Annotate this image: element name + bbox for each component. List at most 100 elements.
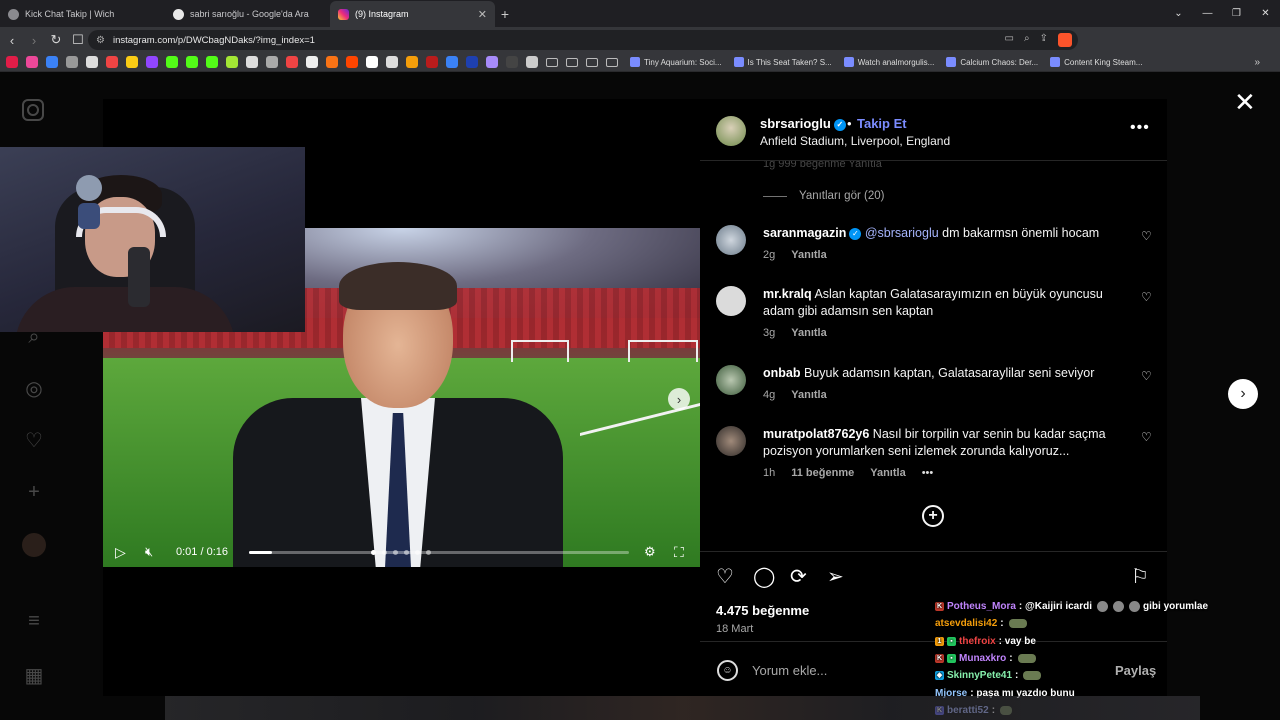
commenter-avatar[interactable] [716,286,746,316]
next-post-button[interactable]: › [1228,379,1258,409]
bookmark-link[interactable]: Calcium Chaos: Der... [946,57,1038,67]
bookmark-icon[interactable] [86,56,98,68]
author-username[interactable]: sbrsarioglu ✓ [760,116,846,131]
author-avatar[interactable] [716,116,746,146]
carousel-dot[interactable] [371,549,376,555]
folder-icon[interactable] [586,57,598,67]
bookmark-drive-icon[interactable] [126,56,138,68]
more-bookmarks-icon[interactable]: » [1254,57,1260,68]
view-replies-button[interactable]: Yanıtları gör (20) [763,190,884,202]
follow-button[interactable]: Takip Et [857,116,907,131]
close-tab-icon[interactable]: ✕ [478,8,487,21]
close-window-button[interactable]: ✕ [1251,0,1280,27]
bookmark-icon[interactable] [246,56,258,68]
reply-button[interactable]: Yanıtla [791,249,826,261]
forward-button[interactable]: › [24,27,44,53]
bookmark-amazon-icon[interactable] [386,56,398,68]
commenter-username[interactable]: saranmagazin [763,226,846,240]
comment-bubble-icon[interactable]: ◯ [753,564,775,589]
comment-likes[interactable]: 11 beğenme [791,467,854,479]
like-heart-icon[interactable]: ♡ [716,564,734,589]
bookmark-icon[interactable] [526,56,538,68]
emoji-icon[interactable]: ☺ [717,660,738,681]
bookmark-icon[interactable] [406,56,418,68]
load-more-comments-icon[interactable]: + [922,505,944,527]
zoom-icon[interactable]: ⌕ [1024,33,1030,47]
post-location[interactable]: Anfield Stadium, Liverpool, England [760,134,950,148]
cast-icon[interactable]: ▭ [1005,33,1014,47]
like-comment-icon[interactable]: ♡ [1141,430,1152,444]
video-progress-bar[interactable] [249,550,629,554]
bookmark-youtube-icon[interactable] [6,56,18,68]
folder-icon[interactable] [566,57,578,67]
commenter-avatar[interactable] [716,225,746,255]
bookmark-icon[interactable] [486,56,498,68]
bookmark-icon[interactable] [66,56,78,68]
carousel-dot[interactable] [382,549,387,555]
bookmark-icon[interactable] [366,56,378,68]
bookmark-kick-icon[interactable] [206,56,218,68]
more-options-icon[interactable]: ••• [1130,119,1150,137]
back-button[interactable]: ‹ [2,27,22,53]
bookmark-icon[interactable] [446,56,458,68]
bookmark-icon[interactable] [46,56,58,68]
folder-icon[interactable] [606,57,618,67]
brave-shield-icon[interactable] [1058,33,1072,47]
repost-icon[interactable]: ⟳ [790,564,807,589]
bookmark-gmail-icon[interactable] [106,56,118,68]
bookmark-icon[interactable]: ☐ [68,27,88,53]
play-icon[interactable]: ▷ [115,544,126,561]
commenter-username[interactable]: onbab [763,366,801,380]
carousel-dot[interactable] [393,549,398,555]
address-bar[interactable]: ⚙ instagram.com/p/DWCbagNDaks/?img_index… [88,30,1078,50]
bookmark-x-icon[interactable] [306,56,318,68]
bookmark-icon[interactable] [466,56,478,68]
reply-button[interactable]: Yanıtla [870,467,905,479]
folder-icon[interactable] [546,57,558,67]
bookmark-instagram-icon[interactable] [26,56,38,68]
bookmark-reddit-icon[interactable] [346,56,358,68]
bookmark-link[interactable]: Tiny Aquarium: Soci... [630,57,722,67]
bookmark-kick-icon[interactable] [166,56,178,68]
reply-button[interactable]: Yanıtla [791,389,826,401]
close-modal-icon[interactable]: ✕ [1234,89,1256,115]
tab-google-search[interactable]: sabri sarıoğlu - Google'da Ara [165,1,330,27]
carousel-dot[interactable] [426,549,431,555]
maximize-button[interactable]: ❐ [1222,0,1251,27]
share-icon[interactable]: ⇪ [1040,33,1048,47]
like-comment-icon[interactable]: ♡ [1141,369,1152,383]
commenter-avatar[interactable] [716,426,746,456]
minimize-button[interactable]: — [1193,0,1222,27]
new-tab-button[interactable]: + [495,1,515,27]
tab-kick-chat[interactable]: Kick Chat Takip | Wich [0,1,165,27]
next-slide-button[interactable]: › [668,388,690,410]
bookmark-twitch-icon[interactable] [146,56,158,68]
bookmark-icon[interactable] [426,56,438,68]
commenter-username[interactable]: mr.kralq [763,287,812,301]
bookmark-icon[interactable] [326,56,338,68]
mention-link[interactable]: @sbrsarioglu [865,226,939,240]
video-settings-icon[interactable]: ⚙ [644,544,656,560]
commenter-username[interactable]: muratpolat8762y6 [763,427,869,441]
comment-options-icon[interactable]: ••• [922,467,934,479]
bookmark-link[interactable]: Watch analmorgulis... [843,57,934,67]
like-count[interactable]: 4.475 beğenme [716,603,809,618]
site-info-icon[interactable]: ⚙ [96,35,105,46]
reload-button[interactable]: ↻ [46,27,66,53]
carousel-dot[interactable] [415,549,420,555]
bookmark-icon[interactable] [286,56,298,68]
bookmark-link[interactable]: Is This Seat Taken? S... [733,57,832,67]
bookmark-icon[interactable] [266,56,278,68]
reply-button[interactable]: Yanıtla [791,327,826,339]
bookmark-icon[interactable] [506,56,518,68]
tab-instagram[interactable]: (9) Instagram ✕ [330,1,495,27]
like-comment-icon[interactable]: ♡ [1141,290,1152,304]
like-comment-icon[interactable]: ♡ [1141,229,1152,243]
bookmark-icon[interactable] [226,56,238,68]
muted-speaker-icon[interactable]: 🔇︎ [145,544,153,560]
commenter-avatar[interactable] [716,365,746,395]
tab-search-icon[interactable]: ⌄ [1164,0,1193,27]
carousel-dot[interactable] [404,549,409,555]
bookmark-kick-icon[interactable] [186,56,198,68]
fullscreen-icon[interactable]: ⛶ [674,544,684,561]
